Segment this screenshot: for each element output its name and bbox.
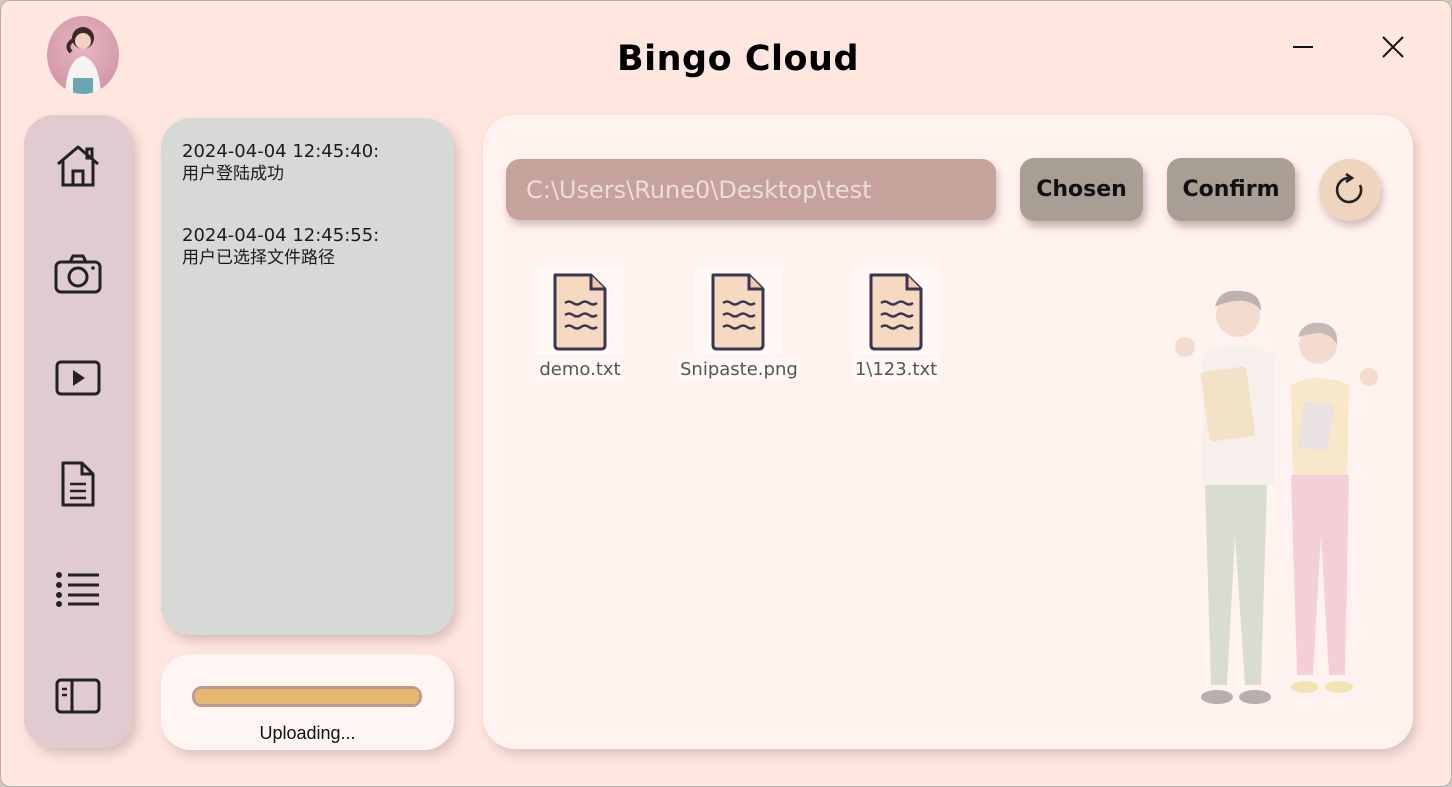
close-icon[interactable] <box>1377 31 1409 63</box>
minimize-icon[interactable] <box>1287 31 1319 63</box>
sidebar-panel-icon <box>55 678 101 714</box>
upload-status: Uploading... <box>259 723 356 743</box>
log-message: 用户登陆成功 <box>182 164 284 184</box>
path-input[interactable] <box>506 159 996 220</box>
document-icon <box>61 461 95 507</box>
log-entry: 2024-04-04 12:45:40: 用户登陆成功 <box>182 140 379 186</box>
file-name: demo.txt <box>537 359 623 380</box>
refresh-button[interactable] <box>1319 159 1381 221</box>
log-entry: 2024-04-04 12:45:55: 用户已选择文件路径 <box>182 224 379 270</box>
play-icon <box>55 360 101 396</box>
nav-camera-button[interactable] <box>53 249 103 299</box>
camera-icon <box>54 254 102 294</box>
log-time: 2024-04-04 12:45:40: <box>182 141 380 162</box>
file-name: 1\123.txt <box>852 359 940 380</box>
nav-list-button[interactable] <box>53 564 103 614</box>
file-item[interactable]: demo.txt <box>520 267 640 380</box>
app-title: Bingo Cloud <box>616 39 860 79</box>
confirm-button[interactable]: Confirm <box>1167 158 1295 221</box>
nav-video-button[interactable] <box>53 353 103 403</box>
people-illustration <box>1175 290 1378 704</box>
chosen-button[interactable]: Chosen <box>1020 158 1143 221</box>
nav-document-button[interactable] <box>53 459 103 509</box>
nav-panel-button[interactable] <box>53 671 103 721</box>
app-window: Bingo Cloud 2024-04-04 12:45:40: 用户登陆成功 … <box>0 0 1452 787</box>
file-name: Snipaste.png <box>678 359 800 380</box>
log-time: 2024-04-04 12:45:55: <box>182 225 380 246</box>
text-file-icon <box>869 273 923 351</box>
refresh-icon <box>1335 173 1363 204</box>
log-message: 用户已选择文件路径 <box>182 248 335 268</box>
nav-home-button[interactable] <box>53 141 103 191</box>
avatar[interactable] <box>47 16 119 94</box>
list-icon <box>56 572 99 607</box>
upload-progress-bar <box>192 686 422 707</box>
main-panel: Chosen Confirm demo.txt <box>483 115 1413 749</box>
upload-panel: Uploading... <box>161 654 454 750</box>
text-file-icon <box>711 273 765 351</box>
log-panel: 2024-04-04 12:45:40: 用户登陆成功 2024-04-04 1… <box>161 118 454 635</box>
upload-progress-fill <box>195 689 419 704</box>
text-file-icon <box>553 273 607 351</box>
file-item[interactable]: Snipaste.png <box>678 267 800 380</box>
home-icon <box>57 145 99 187</box>
sidebar <box>24 115 132 748</box>
file-item[interactable]: 1\123.txt <box>836 267 956 380</box>
